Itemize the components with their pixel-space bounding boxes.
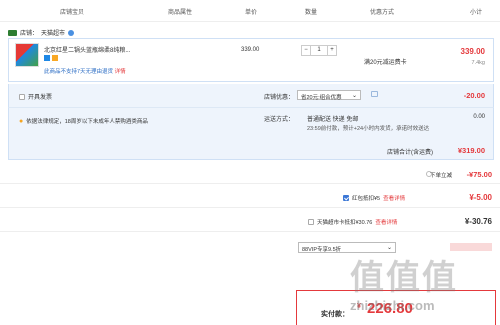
shop-total-row: 店铺合计(含运费) ¥319.00 — [8, 142, 494, 160]
item-discount: 满20元减运费卡 — [364, 60, 407, 66]
total-label: 实付款： — [321, 311, 349, 318]
shop-line: 店铺： 天猫超市 — [8, 28, 75, 37]
quantity-stepper: − 1 + — [301, 45, 337, 56]
invoice-checkbox[interactable] — [19, 93, 25, 100]
tmall-card-label: 天猫超市卡抵扣¥30.76 — [317, 220, 373, 226]
item-title[interactable]: 北京红星二锅头蓝瓶绵柔8纯粮... — [44, 45, 164, 54]
location-icon: ● — [19, 117, 24, 125]
tmall-card-row: 天猫超市卡抵扣¥30.76 查看详情 ¥-30.76 — [0, 214, 500, 232]
col-qty: 数量 — [305, 10, 318, 16]
col-subtotal: 小计 — [470, 10, 483, 16]
qty-input[interactable]: 1 — [311, 45, 327, 56]
shipping-method: 普通配送 快递 免邮 — [307, 117, 359, 123]
item-weight: 7.4kg — [471, 60, 485, 66]
shipping-panel: ● 依据法律规定，18周岁以下未成年人禁购酒类商品 运送方式： 普通配送 快递 … — [8, 108, 494, 142]
watermark-glyphs: 值值值 — [350, 259, 458, 297]
shop-name[interactable]: 天猫超市 — [41, 28, 65, 37]
info-icon[interactable] — [371, 91, 378, 97]
invoice-option[interactable]: 开具发票 — [19, 92, 52, 101]
shop-discount-select[interactable]: 省20元:组合优惠 ⌄ — [297, 90, 361, 101]
shop-total-label: 店铺合计(含运费) — [387, 150, 433, 156]
item-note-link[interactable]: 详情 — [115, 69, 126, 75]
shop-total-amount: ¥319.00 — [457, 146, 485, 155]
wangwang-icon[interactable] — [68, 29, 75, 36]
service-badges — [44, 55, 60, 61]
tmall-icon — [8, 29, 17, 36]
tmall-card-link[interactable]: 查看详情 — [375, 218, 397, 226]
shop-discount-amount: -20.00 — [463, 91, 485, 100]
tmall-card-option[interactable]: 天猫超市卡抵扣¥30.76 查看详情 — [308, 218, 397, 226]
item-row: 北京红星二锅头蓝瓶绵柔8纯粮... 此商品不支持7天无理由退货 详情 339.0… — [8, 38, 494, 82]
shop-discount-value: 省20元:组合优惠 — [301, 95, 342, 101]
col-price: 单价 — [245, 10, 258, 16]
watermark-text: zhizhizhi.com — [350, 298, 435, 313]
red-packet-option[interactable]: 红包抵扣¥5 查看详情 — [343, 194, 405, 202]
instant-discount-row: 下单立减 -¥75.00 — [0, 168, 500, 184]
shipping-detail: 23:59前付款，预计+24小时内发货，承诺时效送达 — [307, 126, 430, 132]
red-packet-checkbox[interactable] — [343, 195, 349, 201]
item-note-text: 此商品不支持7天无理由退货 — [44, 69, 114, 75]
invoice-label: 开具发票 — [28, 95, 53, 101]
instant-discount-label: 下单立减 — [429, 173, 452, 179]
table-header: 店铺宝贝 商品属性 单价 数量 优惠方式 小计 — [0, 0, 500, 22]
item-note: 此商品不支持7天无理由退货 详情 — [44, 67, 126, 75]
col-shop-baby: 店铺宝贝 — [60, 10, 85, 16]
qty-minus-button[interactable]: − — [301, 45, 311, 56]
shop-label: 店铺： — [20, 31, 39, 37]
shipping-amount: 0.00 — [473, 114, 485, 120]
shop-discount-label: 店铺优惠： — [264, 95, 295, 101]
discount-panel: 开具发票 店铺优惠： 省20元:组合优惠 ⌄ -20.00 — [8, 84, 494, 108]
red-packet-row: 红包抵扣¥5 查看详情 ¥-5.00 — [0, 190, 500, 208]
qty-plus-button[interactable]: + — [327, 45, 337, 56]
tmall-card-checkbox[interactable] — [308, 219, 314, 225]
chevron-down-icon: ⌄ — [351, 93, 357, 99]
product-thumbnail[interactable] — [15, 43, 39, 67]
red-packet-amount: ¥-5.00 — [469, 193, 492, 202]
badge-icon — [44, 55, 50, 61]
vip-value: 88VIP专享9.5折 — [302, 247, 342, 253]
red-packet-link[interactable]: 查看详情 — [383, 194, 405, 202]
col-attrs: 商品属性 — [168, 10, 193, 16]
shipping-label: 运送方式： — [264, 117, 295, 123]
age-notice-text: 依据法律规定，18周岁以下未成年人禁购酒类商品 — [26, 119, 148, 125]
unit-price: 339.00 — [241, 47, 260, 53]
age-notice: ● 依据法律规定，18周岁以下未成年人禁购酒类商品 — [19, 117, 148, 126]
red-packet-label: 红包抵扣¥5 — [352, 196, 381, 202]
badge-icon — [52, 55, 58, 61]
instant-discount-amount: -¥75.00 — [466, 170, 492, 179]
col-discount: 优惠方式 — [370, 10, 395, 16]
tmall-card-amount: ¥-30.76 — [464, 217, 492, 226]
item-subtotal: 339.00 — [460, 47, 485, 56]
